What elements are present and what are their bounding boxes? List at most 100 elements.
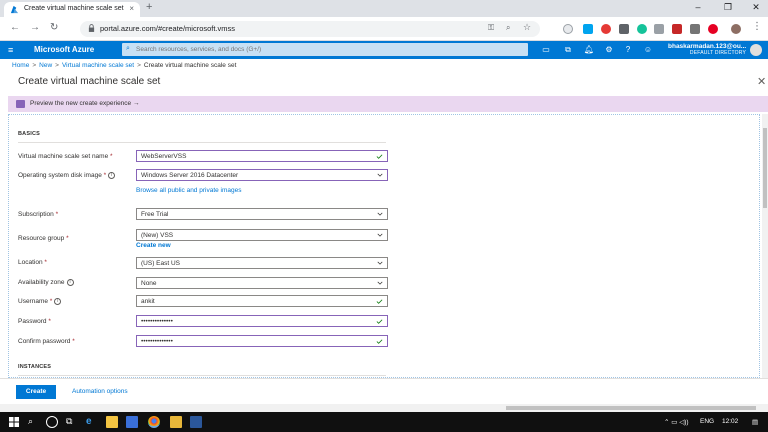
tab-title: Create virtual machine scale set [24,5,124,12]
minimize-button[interactable]: – [684,2,712,12]
label-confirm-password: Confirm password * [18,338,75,345]
valid-check-icon [376,319,383,324]
browser-toolbar: ← → ↻ portal.azure.com/#create/microsoft… [0,17,768,41]
portal-menu-icon[interactable]: ≡ [8,45,13,55]
help-icon[interactable]: ? [622,44,634,56]
windows-taskbar: ⌕ ⧉ e ⌃ ▭ ◁)) ENG 12:02 ▤ [0,412,768,432]
horizontal-scrollbar[interactable] [0,404,768,412]
search-icon[interactable]: ⌕ [28,416,40,428]
info-icon[interactable]: i [108,172,116,179]
azure-brand[interactable]: Microsoft Azure [34,45,94,54]
preview-banner-text: Preview the new create experience → [30,100,140,107]
account-menu[interactable]: bhaskarmadan.123@ou... DEFAULT DIRECTORY [668,43,746,56]
chevron-down-icon [377,261,383,265]
address-bar[interactable]: portal.azure.com/#create/microsoft.vmss … [80,21,540,37]
scroll-thumb[interactable] [763,128,767,208]
system-tray-icons[interactable]: ⌃ ▭ ◁)) [664,418,689,426]
breadcrumb-vmss[interactable]: Virtual machine scale set [62,62,134,69]
windows-start-icon[interactable] [8,416,20,428]
username-input[interactable]: ankit [136,295,388,307]
user-name: bhaskarmadan.123@ou... [668,43,747,50]
label-location: Location * [18,259,47,266]
profile-avatar[interactable] [731,24,741,34]
divider [18,142,386,143]
pinterest-icon[interactable] [708,24,718,34]
global-search[interactable]: ⌕ [122,43,528,56]
grammarly-icon[interactable] [637,24,647,34]
vmss-name-input[interactable]: WebServerVSS [136,150,388,162]
window-close-button[interactable]: ✕ [742,2,768,13]
forward-arrow-icon[interactable]: → [30,22,40,33]
notifications-icon[interactable]: 🔔︎ [583,44,595,56]
create-new-rg-link[interactable]: Create new [136,242,171,249]
close-blade-button[interactable]: ✕ [757,75,766,88]
feedback-smiley-icon[interactable]: ☺ [642,44,654,56]
scroll-thumb[interactable] [506,406,756,410]
availability-zone-dropdown[interactable]: None [136,277,388,289]
azure-header: ≡ Microsoft Azure ⌕ ▭ ⧉ 🔔︎ ⚙ ? ☺ bhaskar… [0,41,768,59]
breadcrumb-home[interactable]: Home [12,62,29,69]
extension-icon[interactable] [601,24,611,34]
word-icon[interactable] [190,416,202,428]
password-input[interactable]: •••••••••••••• [136,315,388,327]
os-image-dropdown[interactable]: Windows Server 2016 Datacenter [136,169,388,181]
label-os-image: Operating system disk image * i [18,172,116,179]
global-search-input[interactable] [136,44,516,55]
extension-icon[interactable] [672,24,682,34]
zoom-icon[interactable]: ⌕ [506,23,510,33]
breadcrumb-current: Create virtual machine scale set [143,62,237,69]
task-view-icon[interactable]: ⧉ [66,416,78,428]
extension-icon[interactable] [563,24,573,34]
new-tab-button[interactable]: + [146,1,152,13]
preview-banner[interactable]: Preview the new create experience → [8,96,768,112]
chevron-down-icon [377,281,383,285]
browser-tab[interactable]: Create virtual machine scale set × [4,2,140,17]
extension-icon[interactable] [690,24,700,34]
extension-icon[interactable] [619,24,629,34]
maximize-button[interactable]: ❐ [714,2,742,13]
breadcrumb-new[interactable]: New [39,62,52,69]
search-icon: ⌕ [126,45,130,52]
vertical-scrollbar[interactable] [762,114,768,378]
language-indicator[interactable]: ENG [700,418,714,425]
valid-check-icon [376,299,383,304]
subscription-dropdown[interactable]: Free Trial [136,208,388,220]
chrome-menu-icon[interactable]: ⋮ [752,21,762,32]
folder-icon[interactable] [170,416,182,428]
cortana-icon[interactable] [46,416,58,428]
directory-filter-icon[interactable]: ⧉ [562,44,574,56]
info-icon[interactable]: i [66,279,74,286]
create-button[interactable]: Create [16,385,56,399]
preview-icon [16,100,25,108]
user-avatar[interactable] [750,44,762,56]
store-icon[interactable] [126,416,138,428]
clock[interactable]: 12:02 [722,418,738,425]
valid-check-icon [376,339,383,344]
settings-gear-icon[interactable]: ⚙ [603,44,615,56]
chevron-down-icon [377,173,383,177]
section-instances: INSTANCES [18,364,52,370]
file-explorer-icon[interactable] [106,416,118,428]
resource-group-dropdown[interactable]: (New) VSS [136,229,388,241]
label-subscription: Subscription * [18,211,59,218]
location-dropdown[interactable]: (US) East US [136,257,388,269]
extension-icon[interactable] [583,24,593,34]
automation-options-link[interactable]: Automation options [72,388,128,395]
reload-icon[interactable]: ↻ [50,22,58,33]
label-vmss-name: Virtual machine scale set name * [18,153,113,160]
key-icon[interactable]: ⚿ [488,23,494,33]
lock-icon [88,24,95,32]
bookmark-star-icon[interactable]: ☆ [523,22,531,33]
info-icon[interactable]: i [54,298,62,305]
tab-close-icon[interactable]: × [129,4,134,13]
confirm-password-input[interactable]: •••••••••••••• [136,335,388,347]
back-arrow-icon[interactable]: ← [10,22,20,33]
chrome-icon[interactable] [148,416,160,428]
cloud-shell-icon[interactable]: ▭ [540,44,552,56]
browse-images-link[interactable]: Browse all public and private images [136,187,242,194]
label-resource-group: Resource group * [18,235,69,242]
extension-icon[interactable] [654,24,664,34]
action-center-icon[interactable]: ▤ [752,418,758,426]
edge-icon[interactable]: e [86,416,98,428]
action-bar: Create Automation options [0,378,768,404]
